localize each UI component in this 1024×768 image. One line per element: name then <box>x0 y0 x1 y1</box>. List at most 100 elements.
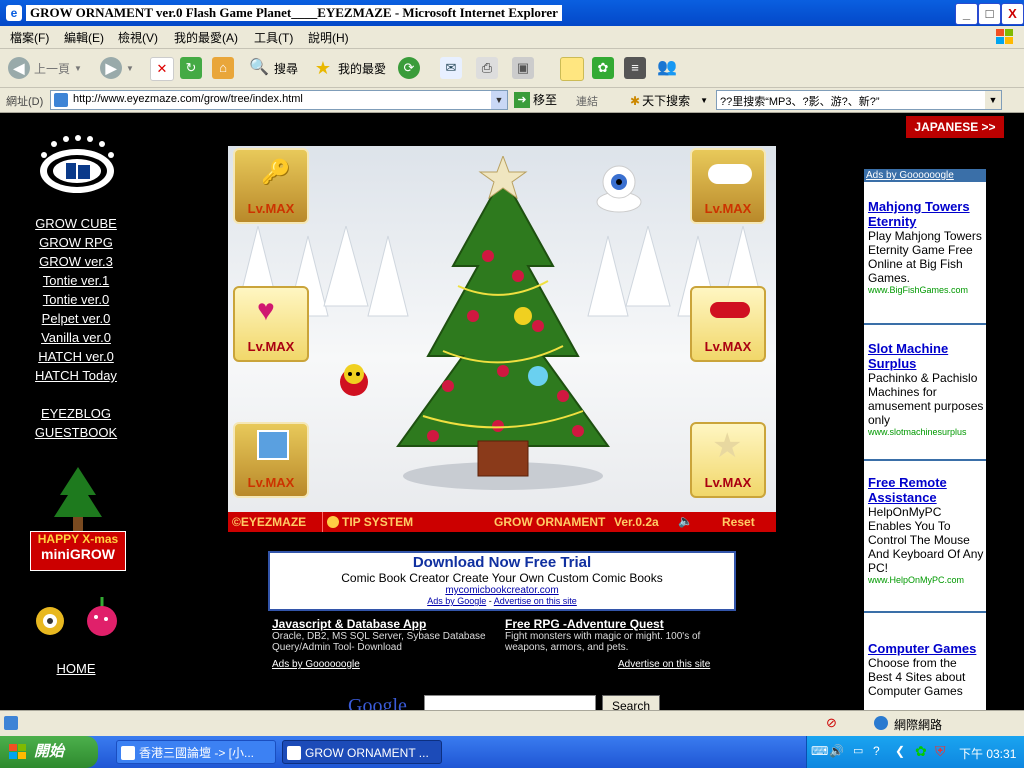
advertise-footer-link[interactable]: Advertise on this site <box>618 659 710 670</box>
messenger-tray-icon[interactable]: ✿ <box>915 743 927 760</box>
print-icon[interactable]: ⎙ <box>476 57 498 79</box>
menu-help[interactable]: 說明(H) <box>308 29 349 46</box>
nav-hatch-today[interactable]: HATCH Today <box>16 368 136 383</box>
lv-box-heart[interactable]: ♥ Lv.MAX <box>233 286 309 362</box>
text-ad-title[interactable]: Free RPG -Adventure Quest <box>505 617 737 631</box>
security-shield-icon[interactable]: ⛨ <box>935 743 946 760</box>
close-button[interactable]: X <box>1001 3 1024 25</box>
right-ad-2[interactable]: Slot Machine Surplus Pachinko & Pachislo… <box>868 341 984 437</box>
google-search-input[interactable] <box>424 695 596 710</box>
reset-button[interactable]: Reset <box>722 515 755 529</box>
history-icon[interactable]: ⟳ <box>398 57 420 79</box>
nav-tontie-ver0[interactable]: Tontie ver.0 <box>16 292 136 307</box>
right-ad-1[interactable]: Mahjong Towers Eternity Play Mahjong Tow… <box>868 199 984 295</box>
text-ad-2[interactable]: Free RPG -Adventure Quest Fight monsters… <box>505 617 737 653</box>
right-ad-url[interactable]: www.BigFishGames.com <box>868 285 984 295</box>
help-icon[interactable]: ? <box>873 744 880 758</box>
chevron-left-icon[interactable]: ❮ <box>895 744 905 758</box>
sound-icon[interactable]: 🔈 <box>678 514 693 528</box>
menu-tools[interactable]: 工具(T) <box>254 29 293 46</box>
keyboard-icon[interactable]: ⌨ <box>811 744 828 758</box>
back-button[interactable]: ◀ 上一頁 ▼ <box>8 55 82 81</box>
text-ad-1[interactable]: Javascript & Database App Oracle, DB2, M… <box>272 617 498 653</box>
lv-box-ribbon[interactable]: Lv.MAX <box>690 286 766 362</box>
research-icon[interactable]: ≡ <box>624 57 646 79</box>
right-ads-header[interactable]: Ads by Goooooogle <box>864 169 986 182</box>
taskbar: 開始 香港三國論壇 -> [小... GROW ORNAMENT ... ⌨ 🔊… <box>0 736 1024 768</box>
volume-icon[interactable]: 🔊 <box>829 744 844 758</box>
ads-by-link[interactable]: Ads by Goooooogle <box>272 659 360 670</box>
toolbar-search-input[interactable]: ??里搜索“MP3、?影、游?、新?” ▼ <box>716 90 1002 110</box>
ads-by-google-link[interactable]: Ads by Google <box>427 596 486 606</box>
popup-blocked-icon[interactable]: ⊘ <box>826 715 837 731</box>
banner-ad[interactable]: Download Now Free Trial Comic Book Creat… <box>268 551 736 611</box>
nav-pelpet-ver0[interactable]: Pelpet ver.0 <box>16 311 136 326</box>
lv-box-star[interactable]: ★ Lv.MAX <box>690 422 766 498</box>
search-brand-icon: ✱ <box>630 93 641 108</box>
stop-icon[interactable]: ✕ <box>150 57 174 81</box>
lv-box-cloud[interactable]: Lv.MAX <box>690 148 766 224</box>
nav-tontie-ver1[interactable]: Tontie ver.1 <box>16 273 136 288</box>
nav-home[interactable]: HOME <box>16 661 136 676</box>
mail-icon[interactable]: ✉ <box>440 57 462 79</box>
nav-guestbook[interactable]: GUESTBOOK <box>16 425 136 440</box>
messenger-icon[interactable]: ✿ <box>592 57 614 79</box>
nav-grow-ver3[interactable]: GROW ver.3 <box>16 254 136 269</box>
advertise-link[interactable]: Advertise on this site <box>494 596 577 606</box>
right-ad-url[interactable]: www.slotmachinesurplus <box>868 427 984 437</box>
banner-ad-title[interactable]: Download Now Free Trial <box>270 554 734 571</box>
right-ad-4[interactable]: Computer Games Choose from the Best 4 Si… <box>868 641 984 698</box>
right-ad-title[interactable]: Mahjong Towers Eternity <box>868 199 984 229</box>
menu-file[interactable]: 檔案(F) <box>10 29 49 46</box>
nav-hatch-ver0[interactable]: HATCH ver.0 <box>16 349 136 364</box>
go-button[interactable]: ➜ 移至 <box>514 91 557 108</box>
text-ad-title[interactable]: Javascript & Database App <box>272 617 498 631</box>
text-ad-body: Oracle, DB2, MS SQL Server, Sybase Datab… <box>272 631 486 653</box>
right-ad-title[interactable]: Slot Machine Surplus <box>868 341 984 371</box>
banner-ad-url[interactable]: mycomicbookcreator.com <box>270 585 734 596</box>
people-icon[interactable]: 👥 <box>656 57 678 79</box>
right-ad-url[interactable]: www.HelpOnMyPC.com <box>868 575 984 585</box>
home-icon[interactable]: ⌂ <box>212 57 234 79</box>
ornament-gold-icon[interactable] <box>32 601 68 637</box>
nav-grow-rpg[interactable]: GROW RPG <box>16 235 136 250</box>
ornament-red-icon[interactable] <box>84 595 120 639</box>
xmas-minigrow-banner[interactable]: HAPPY X-mas miniGROW <box>30 531 126 571</box>
task-grow-ornament-label: GROW ORNAMENT ... <box>305 746 429 760</box>
search-button[interactable]: 🔍 搜尋 <box>248 55 298 81</box>
right-ad-body: Play Mahjong Towers Eternity Game Free O… <box>868 229 982 285</box>
task-forum[interactable]: 香港三國論壇 -> [小... <box>116 740 276 764</box>
refresh-icon[interactable]: ↻ <box>180 57 202 79</box>
search-brand-button[interactable]: ✱ 天下搜索 ▼ <box>630 92 708 109</box>
chevron-down-icon[interactable]: ▼ <box>491 91 507 109</box>
menu-edit[interactable]: 編輯(E) <box>64 29 104 46</box>
menu-view[interactable]: 檢視(V) <box>118 29 158 46</box>
google-search-button[interactable]: Search <box>602 695 660 710</box>
address-input[interactable]: http://www.eyezmaze.com/grow/tree/index.… <box>50 90 508 110</box>
edit-icon[interactable]: ▣ <box>512 57 534 79</box>
lv-box-key[interactable]: 🔑 Lv.MAX <box>233 148 309 224</box>
flash-game[interactable]: 🔑 Lv.MAX Lv.MAX ♥ Lv.MAX Lv.MAX Lv.MAX ★… <box>228 146 776 532</box>
nav-grow-cube[interactable]: GROW CUBE <box>16 216 136 231</box>
start-button[interactable]: 開始 <box>0 736 98 768</box>
tip-system-button[interactable]: TIP SYSTEM <box>322 512 413 532</box>
task-grow-ornament[interactable]: GROW ORNAMENT ... <box>282 740 442 764</box>
forward-button[interactable]: ▶ ▼ <box>100 55 134 81</box>
game-bar: ©EYEZMAZE TIP SYSTEM GROW ORNAMENT Ver.0… <box>228 512 776 532</box>
lv-box-gift[interactable]: Lv.MAX <box>233 422 309 498</box>
right-ad-3[interactable]: Free Remote Assistance HelpOnMyPC Enable… <box>868 475 984 585</box>
right-ad-title[interactable]: Computer Games <box>868 641 984 656</box>
links-label[interactable]: 連結 <box>576 93 598 109</box>
menu-favorites[interactable]: 我的最愛(A) <box>174 29 238 46</box>
minimize-button[interactable]: _ <box>955 3 978 25</box>
notes-icon[interactable] <box>560 57 584 81</box>
nav-eyezblog[interactable]: EYEZBLOG <box>16 406 136 421</box>
window-titlebar: e GROW ORNAMENT ver.0 Flash Game Planet_… <box>0 0 1024 26</box>
right-ad-title[interactable]: Free Remote Assistance <box>868 475 984 505</box>
japanese-button[interactable]: JAPANESE >> <box>906 116 1004 138</box>
favorites-button[interactable]: ★ 我的最愛 <box>312 55 386 81</box>
display-icon[interactable]: ▭ <box>853 744 863 757</box>
maximize-button[interactable]: □ <box>978 3 1001 25</box>
nav-vanilla-ver0[interactable]: Vanilla ver.0 <box>16 330 136 345</box>
chevron-down-icon[interactable]: ▼ <box>985 91 1001 109</box>
